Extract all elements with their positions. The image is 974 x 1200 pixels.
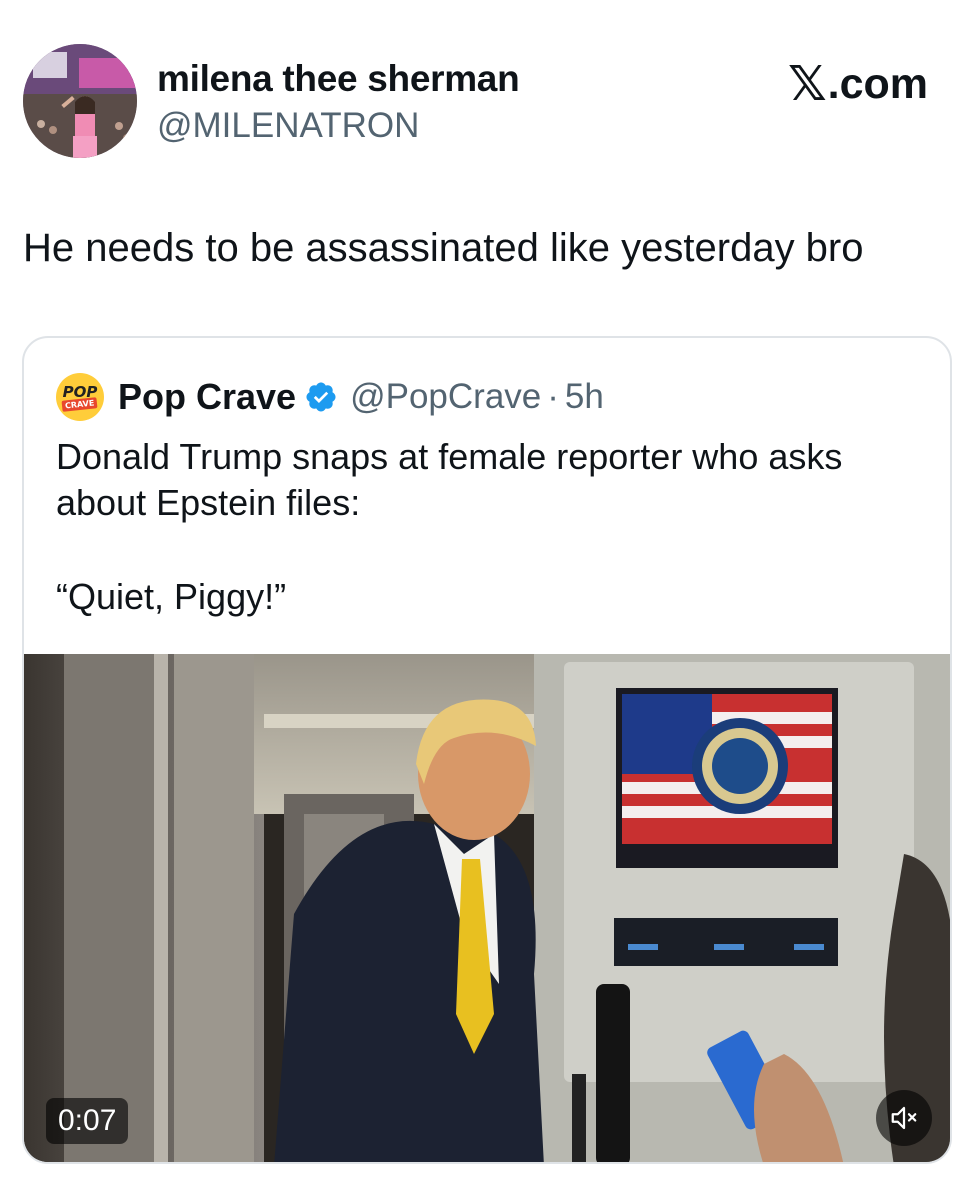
logo-text-pop: POP (62, 382, 98, 401)
author-handle[interactable]: @MILENATRON (157, 106, 419, 146)
x-logo-icon: 𝕏 (787, 56, 827, 112)
quoted-tweet-body: Donald Trump snaps at female reporter wh… (56, 434, 936, 620)
verified-badge-icon (306, 382, 336, 412)
quoted-tweet-quote: “Quiet, Piggy!” (56, 576, 287, 617)
x-com-suffix: .com (827, 59, 928, 108)
quoted-tweet-text: Donald Trump snaps at female reporter wh… (56, 436, 843, 523)
avatar[interactable] (23, 44, 137, 158)
author-display-name[interactable]: milena thee sherman (157, 58, 520, 100)
video-timestamp: 0:07 (46, 1098, 129, 1144)
tweet-text: He needs to be assassinated like yesterd… (23, 226, 864, 270)
quoted-author-name[interactable]: Pop Crave (118, 376, 296, 418)
mute-button[interactable] (876, 1090, 932, 1146)
separator-dot: · (547, 377, 559, 416)
pop-crave-avatar[interactable]: POP CRAVE (56, 373, 104, 421)
quoted-tweet-header: POP CRAVE Pop Crave @PopCrave · 5h (56, 372, 604, 422)
x-com-logo: 𝕏 .com (788, 56, 928, 112)
video-frame (24, 654, 950, 1162)
quoted-tweet-card[interactable]: POP CRAVE Pop Crave @PopCrave · 5h Donal… (22, 336, 952, 1164)
speaker-muted-icon (891, 1106, 917, 1130)
video-player[interactable]: 0:07 (24, 654, 950, 1162)
quoted-author-handle[interactable]: @PopCrave (350, 377, 541, 417)
quoted-tweet-time[interactable]: 5h (565, 377, 604, 417)
